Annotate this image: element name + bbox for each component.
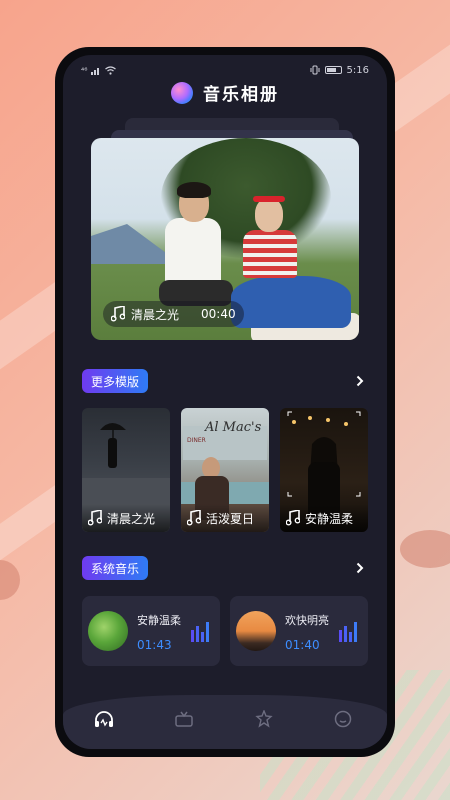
app-logo-icon bbox=[171, 81, 193, 104]
music-name: 安静温柔 bbox=[137, 614, 181, 627]
template-caption: 清晨之光 bbox=[82, 504, 170, 532]
status-bar: ⁴⁶ 5:16 bbox=[81, 63, 369, 77]
vibrate-icon bbox=[310, 65, 320, 75]
template-thumb-sign: Al Mac's bbox=[205, 420, 262, 435]
music-note-icon bbox=[187, 510, 201, 526]
music-duration: 01:40 bbox=[285, 638, 320, 652]
phone-frame: ⁴⁶ 5:16 音乐相册 清晨之光 00:40 更多模版 清晨之光 Al Mac… bbox=[55, 47, 395, 757]
hero-duration: 00:40 bbox=[201, 307, 236, 321]
app-screen: ⁴⁶ 5:16 音乐相册 清晨之光 00:40 更多模版 清晨之光 Al Mac… bbox=[63, 55, 387, 749]
nav-video-tab[interactable] bbox=[173, 708, 195, 730]
music-name: 欢快明亮 bbox=[285, 614, 329, 627]
hero-song-title: 清晨之光 bbox=[131, 307, 180, 322]
hero-caption: 清晨之光 00:40 bbox=[103, 301, 244, 327]
template-label: 安静温柔 bbox=[305, 511, 354, 526]
app-header: 音乐相册 bbox=[63, 80, 387, 105]
music-card-bright[interactable]: 欢快明亮 01:40 bbox=[230, 596, 368, 666]
template-caption: 活泼夏日 bbox=[181, 504, 269, 532]
hero-photo-card[interactable]: 清晨之光 00:40 bbox=[91, 138, 359, 340]
music-thumb-leaf bbox=[88, 611, 128, 651]
nav-profile-tab[interactable] bbox=[332, 708, 354, 730]
headphones-icon bbox=[95, 711, 113, 727]
wifi-icon bbox=[105, 65, 117, 75]
music-note-icon bbox=[88, 510, 102, 526]
system-music-badge[interactable]: 系统音乐 bbox=[82, 556, 149, 580]
music-duration: 01:43 bbox=[137, 638, 172, 652]
star-hand-icon bbox=[255, 710, 273, 728]
hero-person-woman bbox=[231, 188, 351, 328]
nav-music-tab[interactable] bbox=[93, 708, 115, 730]
template-label: 活泼夏日 bbox=[206, 511, 255, 526]
battery-icon bbox=[324, 66, 342, 74]
nav-favorite-tab[interactable] bbox=[253, 708, 275, 730]
tv-icon bbox=[175, 711, 193, 727]
status-time: 5:16 bbox=[346, 64, 369, 76]
template-thumb-subsign: DINER bbox=[187, 437, 206, 444]
hero-person-man bbox=[153, 180, 233, 320]
app-title: 音乐相册 bbox=[203, 85, 279, 105]
template-card-summer[interactable]: Al Mac's DINER 活泼夏日 bbox=[181, 408, 269, 532]
background-blob bbox=[400, 530, 450, 568]
smile-icon bbox=[334, 710, 352, 728]
music-thumb-sunset bbox=[236, 611, 276, 651]
template-label: 清晨之光 bbox=[107, 511, 156, 526]
template-card-quiet[interactable]: 安静温柔 bbox=[280, 408, 368, 532]
music-note-icon bbox=[111, 306, 125, 322]
music-note-icon bbox=[286, 510, 300, 526]
music-card-quiet[interactable]: 安静温柔 01:43 bbox=[82, 596, 220, 666]
signal-label: ⁴⁶ bbox=[81, 65, 88, 75]
chevron-right-icon[interactable] bbox=[352, 560, 368, 576]
signal-icon bbox=[91, 67, 100, 75]
template-caption: 安静温柔 bbox=[280, 504, 368, 532]
bottom-nav bbox=[63, 695, 387, 749]
template-card-morning[interactable]: 清晨之光 bbox=[82, 408, 170, 532]
chevron-right-icon[interactable] bbox=[352, 373, 368, 389]
equalizer-icon bbox=[191, 622, 209, 642]
background-blob bbox=[0, 560, 20, 600]
more-templates-badge[interactable]: 更多模版 bbox=[82, 369, 149, 393]
equalizer-icon bbox=[339, 622, 357, 642]
